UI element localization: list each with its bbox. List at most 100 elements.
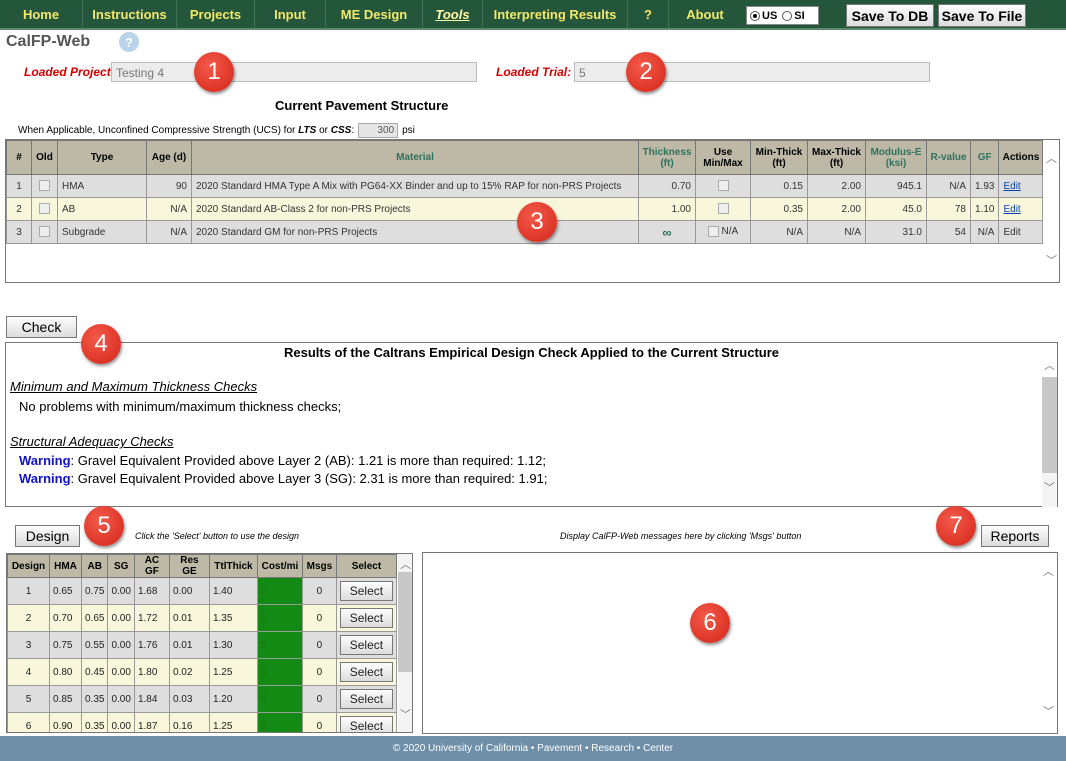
ucs-colon: : bbox=[351, 125, 355, 136]
messages-panel[interactable]: ︿ ﹀ bbox=[422, 552, 1058, 734]
scroll-down-icon[interactable]: ﹀ bbox=[1042, 479, 1057, 495]
old-checkbox[interactable] bbox=[39, 180, 50, 192]
msgs-button[interactable]: 0 bbox=[301, 577, 337, 605]
scroll-down-icon[interactable]: ﹀ bbox=[398, 706, 412, 722]
check-button[interactable]: Check bbox=[6, 316, 77, 338]
msgs-button[interactable]: 0 bbox=[301, 631, 337, 659]
cell-age: 90 bbox=[146, 174, 192, 198]
cell-material[interactable]: 2020 Standard HMA Type A Mix with PG64-X… bbox=[191, 174, 639, 198]
cell-type: HMA bbox=[57, 174, 147, 198]
select-button[interactable]: Select bbox=[339, 608, 393, 628]
design-scrollbar-thumb[interactable] bbox=[398, 572, 412, 672]
nav-about[interactable]: About bbox=[669, 0, 741, 29]
cell-hma: 0.70 bbox=[49, 604, 82, 632]
col-sg: SG bbox=[107, 554, 135, 578]
unit-si-radio[interactable] bbox=[782, 10, 793, 21]
nav-projects[interactable]: Projects bbox=[177, 0, 255, 29]
col-min-thick: Min-Thick (ft) bbox=[750, 140, 808, 175]
nav-home[interactable]: Home bbox=[0, 0, 83, 29]
cell-max-thick: N/A bbox=[807, 220, 866, 244]
col-thickness: Thickness (ft) bbox=[638, 140, 696, 175]
nav-help[interactable]: ? bbox=[628, 0, 669, 29]
cell-cost: 0 bbox=[256, 712, 303, 732]
old-checkbox[interactable] bbox=[39, 203, 50, 215]
structure-header-row: # Old Type Age (d) Material Thickness (ft… bbox=[6, 140, 1044, 175]
scroll-up-icon[interactable]: ︿ bbox=[1044, 150, 1059, 166]
cell-rvalue: 54 bbox=[926, 220, 971, 244]
ucs-input[interactable]: 300 bbox=[358, 123, 399, 138]
col-hma: HMA bbox=[49, 554, 82, 578]
cell-max-thick: 2.00 bbox=[807, 174, 866, 198]
use-minmax-cell: N/A bbox=[695, 220, 751, 244]
save-to-file-button[interactable]: Save To File bbox=[938, 4, 1026, 27]
nav-me-design[interactable]: ME Design bbox=[326, 0, 423, 29]
scroll-down-icon[interactable]: ﹀ bbox=[1041, 703, 1056, 719]
edit-link[interactable]: Edit bbox=[998, 174, 1044, 198]
cell-num: 2 bbox=[6, 197, 32, 221]
use-minmax-checkbox[interactable] bbox=[707, 226, 719, 238]
unit-us-radio[interactable] bbox=[750, 10, 760, 21]
warning-line-2: Warning: Gravel Equivalent Provided abov… bbox=[19, 471, 548, 486]
col-msgs: Msgs bbox=[301, 554, 337, 578]
cell-modulus: 945.1 bbox=[865, 174, 927, 198]
col-res-ge: Res GE bbox=[168, 554, 210, 578]
design-table: Design HMA AB SG AC GF Res GE TtlThick C… bbox=[7, 554, 397, 732]
ucs-unit: psi bbox=[402, 125, 415, 136]
table-row: 3 0.75 0.55 0.00 1.76 0.01 1.30 0 0 Sele… bbox=[7, 631, 397, 659]
scroll-up-icon[interactable]: ︿ bbox=[1042, 357, 1057, 373]
ucs-lts: LTS bbox=[298, 125, 317, 136]
cell-ac-gf: 1.76 bbox=[133, 631, 170, 659]
cell-material[interactable]: 2020 Standard GM for non-PRS Projects bbox=[191, 220, 639, 244]
col-design: Design bbox=[7, 554, 50, 578]
select-button[interactable]: Select bbox=[339, 716, 393, 732]
msgs-button[interactable]: 0 bbox=[301, 604, 337, 632]
scroll-up-icon[interactable]: ︿ bbox=[398, 556, 412, 572]
unit-si-label: SI bbox=[794, 9, 805, 22]
select-button[interactable]: Select bbox=[339, 689, 393, 709]
cell-material[interactable]: 2020 Standard AB-Class 2 for non-PRS Pro… bbox=[191, 197, 639, 221]
nav-instructions[interactable]: Instructions bbox=[83, 0, 177, 29]
col-use-minmax: Use Min/Max bbox=[695, 140, 751, 175]
cell-cost: 0 bbox=[256, 577, 303, 605]
select-button[interactable]: Select bbox=[339, 635, 393, 655]
msgs-button[interactable]: 0 bbox=[301, 685, 337, 713]
scroll-down-icon[interactable]: ﹀ bbox=[1044, 252, 1059, 268]
design-header-row: Design HMA AB SG AC GF Res GE TtlThick C… bbox=[7, 554, 397, 578]
help-icon[interactable]: ? bbox=[119, 32, 139, 52]
check-results-panel: Results of the Caltrans Empirical Design… bbox=[5, 342, 1058, 507]
select-button[interactable]: Select bbox=[339, 662, 393, 682]
msgs-button[interactable]: 0 bbox=[301, 658, 337, 686]
callout-2: 2 bbox=[626, 52, 666, 92]
cell-modulus: 45.0 bbox=[865, 197, 927, 221]
reports-button[interactable]: Reports bbox=[981, 525, 1049, 547]
select-button[interactable]: Select bbox=[339, 581, 393, 601]
old-checkbox[interactable] bbox=[39, 226, 50, 238]
edit-link[interactable]: Edit bbox=[998, 197, 1044, 221]
nav-input[interactable]: Input bbox=[255, 0, 326, 29]
cell-ab: 0.75 bbox=[80, 577, 109, 605]
save-to-db-button[interactable]: Save To DB bbox=[846, 4, 934, 27]
use-minmax-checkbox[interactable] bbox=[717, 203, 729, 215]
cell-ac-gf: 1.84 bbox=[133, 685, 170, 713]
cell-ac-gf: 1.72 bbox=[133, 604, 170, 632]
min-max-heading: Minimum and Maximum Thickness Checks bbox=[10, 379, 258, 394]
msgs-button[interactable]: 0 bbox=[301, 712, 337, 732]
results-scrollbar-thumb[interactable] bbox=[1042, 377, 1057, 473]
cell-cost: 0 bbox=[256, 631, 303, 659]
loaded-project-field: Testing 4 bbox=[111, 62, 477, 82]
cell-design: 2 bbox=[7, 604, 50, 632]
col-ttl-thick: TtlThick bbox=[208, 554, 258, 578]
nav-tools[interactable]: Tools bbox=[423, 0, 483, 29]
messages-hint: Display CalFP-Web messages here by click… bbox=[560, 531, 802, 541]
scroll-up-icon[interactable]: ︿ bbox=[1041, 563, 1056, 579]
design-button[interactable]: Design bbox=[15, 525, 80, 547]
nav-interpreting-results[interactable]: Interpreting Results bbox=[483, 0, 628, 29]
cell-gf: 1.10 bbox=[969, 197, 1000, 221]
cell-thickness[interactable]: 0.70 bbox=[638, 174, 696, 198]
cell-thickness[interactable]: 1.00 bbox=[638, 197, 696, 221]
app-title: CalFP-Web bbox=[6, 33, 91, 50]
select-cell: Select bbox=[335, 685, 397, 713]
use-minmax-checkbox[interactable] bbox=[717, 180, 729, 192]
cell-rvalue: 78 bbox=[926, 197, 971, 221]
callout-3: 3 bbox=[517, 202, 557, 242]
